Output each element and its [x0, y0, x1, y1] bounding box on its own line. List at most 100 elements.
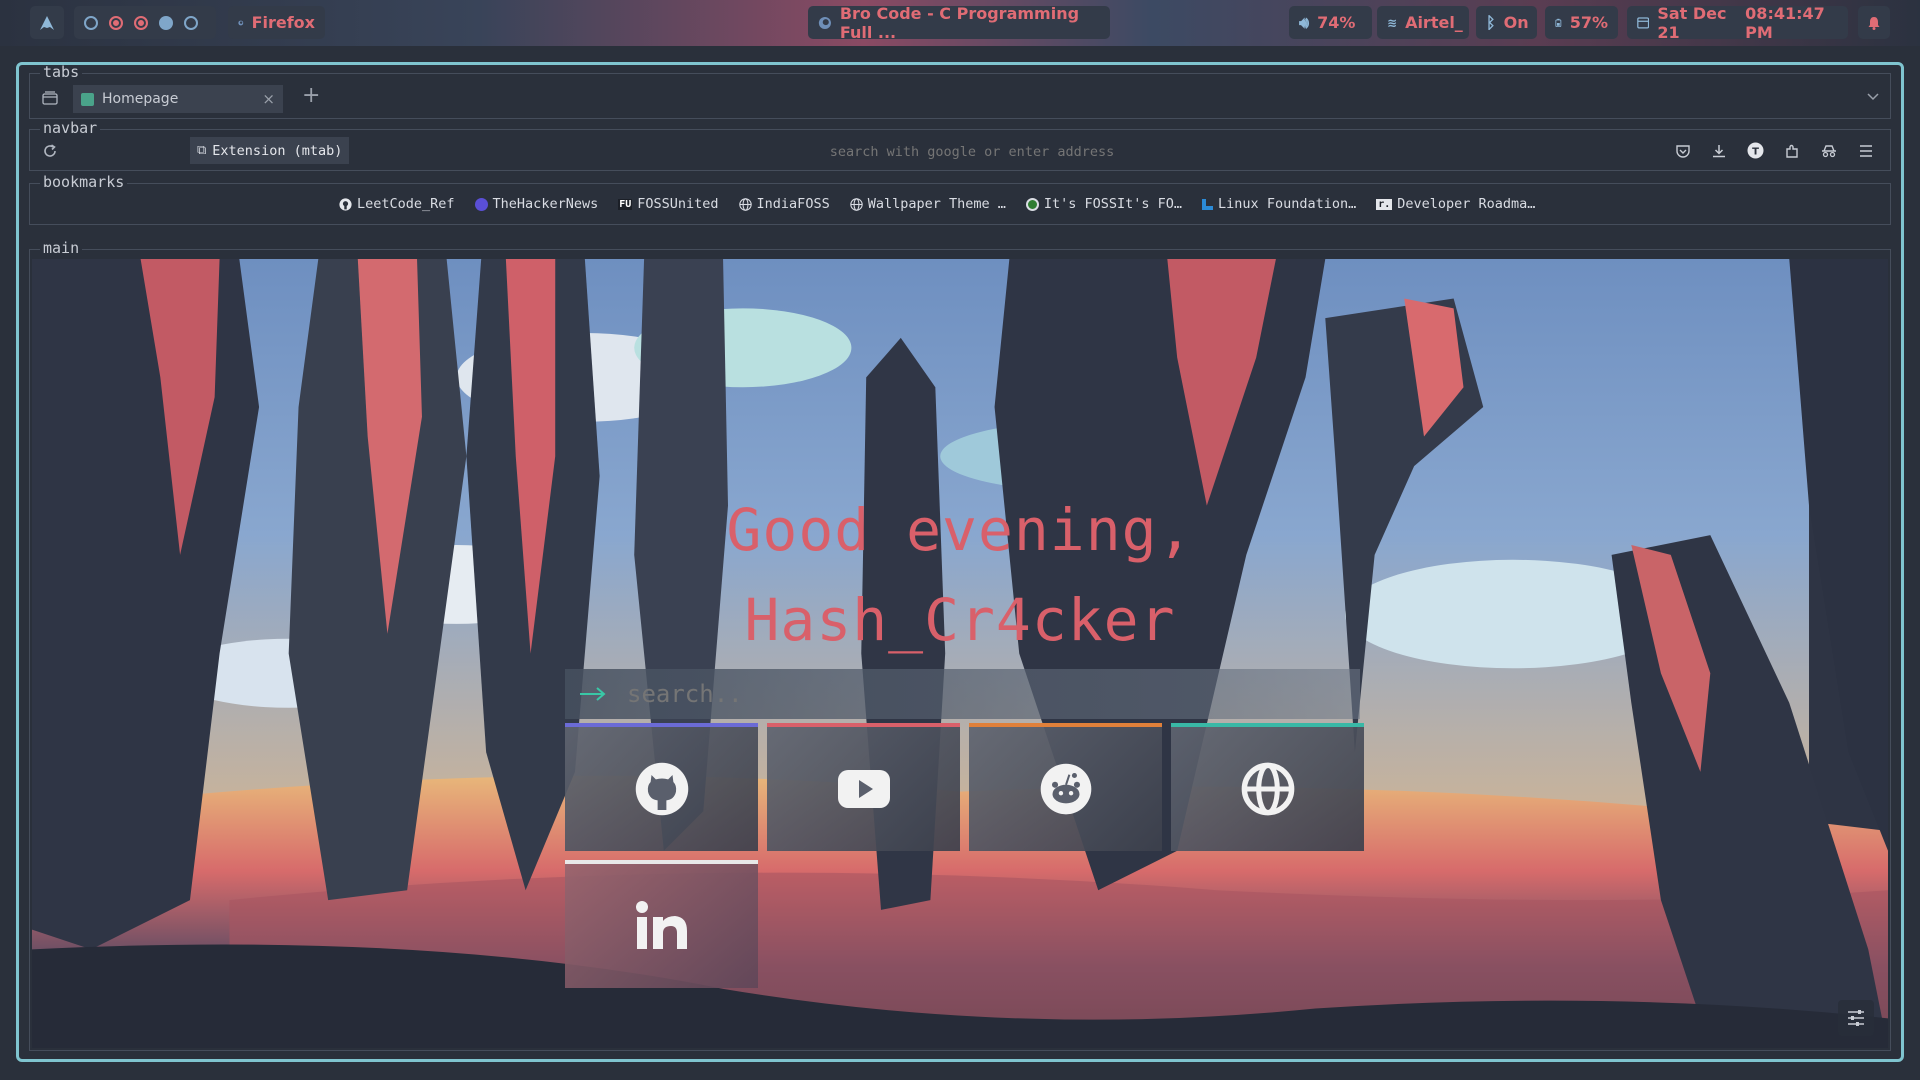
bookmark-thehackernews[interactable]: TheHackerNews [474, 196, 599, 212]
chevron-down-icon[interactable] [1866, 92, 1880, 102]
bookmark-label: Developer Roadma… [1397, 196, 1536, 212]
window-title: Bro Code - C Programming Full ... [839, 3, 1080, 42]
bookmark-developer-roadmap[interactable]: r. Developer Roadma… [1376, 196, 1535, 212]
search-input[interactable] [625, 679, 1360, 709]
address-bar[interactable] [590, 139, 1354, 165]
bookmark-fossunited[interactable]: FU FOSSUnited [618, 196, 719, 212]
firefox-icon [238, 20, 244, 25]
linkedin-icon [635, 901, 687, 949]
linux-foundation-icon [1202, 198, 1214, 210]
bookmark-indiafoss[interactable]: IndiaFOSS [738, 196, 830, 212]
bluetooth-icon: ᛒ [1486, 13, 1496, 32]
bookmark-label: Linux Foundation… [1218, 196, 1357, 212]
bluetooth-status: On [1503, 13, 1529, 32]
window-title-pill[interactable]: Bro Code - C Programming Full ... [808, 3, 1110, 42]
hamburger-menu-icon[interactable] [1858, 144, 1874, 158]
main-section-label: main [40, 239, 83, 257]
battery-icon [1555, 18, 1562, 27]
bell-icon [1868, 16, 1880, 30]
tabs-section-label: tabs [40, 65, 83, 81]
github-icon [339, 197, 352, 211]
bookmark-label: FOSSUnited [637, 196, 719, 212]
close-tab-icon[interactable]: × [262, 90, 275, 108]
navbar-toolbar: T [1675, 142, 1874, 159]
greeting-username: Hash_Cr4cker [744, 586, 1176, 654]
globe-icon [738, 197, 752, 211]
system-top-bar: Firefox Bro Code - C Programming Full ..… [0, 0, 1920, 46]
puzzle-icon: ⧉ [197, 143, 207, 158]
youtube-icon [837, 770, 890, 808]
launcher-button[interactable] [30, 6, 64, 39]
search-box[interactable] [565, 669, 1360, 719]
extensions-icon[interactable] [1784, 143, 1800, 159]
main-section: main Good evening, Hash_Cr4cker search.. [29, 239, 1891, 1051]
clock-pill[interactable]: Sat Dec 21 08:41:47 PM [1627, 3, 1848, 42]
tabs-section: tabs Homepage × + [29, 65, 1891, 119]
bookmark-label: TheHackerNews [492, 196, 599, 212]
extension-badge[interactable]: ⧉ Extension (mtab) [190, 137, 350, 164]
bookmark-leetcode-ref[interactable]: LeetCode_Ref [339, 196, 455, 212]
itsfoss-icon [1025, 197, 1039, 211]
sliders-icon [1848, 1010, 1864, 1026]
time-label: 08:41:47 PM [1745, 3, 1825, 42]
active-app-pill[interactable]: Firefox [228, 6, 325, 39]
quicklink-youtube[interactable] [767, 723, 960, 851]
workspace-5-indicator[interactable] [184, 15, 198, 30]
new-tab-icon[interactable]: + [302, 83, 320, 108]
bookmark-label: It's FOSSIt's FO… [1043, 196, 1183, 212]
navbar-section: navbar ⧉ Extension (mtab) T [29, 119, 1891, 171]
tab-manager-icon[interactable] [42, 91, 58, 105]
tab-homepage[interactable]: Homepage × [73, 85, 283, 113]
quicklink-github[interactable] [565, 723, 758, 851]
homepage-favicon-icon [81, 92, 94, 106]
tab-label: Homepage [102, 91, 179, 107]
globe-icon [1241, 762, 1294, 816]
bookmark-label: Wallpaper Theme … [867, 196, 1006, 212]
bookmark-label: LeetCode_Ref [357, 196, 455, 212]
reload-icon[interactable] [42, 143, 58, 159]
bookmark-itsfoss[interactable]: It's FOSSIt's FO… [1025, 196, 1183, 212]
workspace-1-indicator[interactable] [84, 15, 98, 30]
volume-icon: 🔊︎ [1299, 12, 1310, 32]
pocket-icon[interactable] [1675, 143, 1691, 159]
firefox-icon [818, 16, 831, 29]
bookmarks-section: bookmarks LeetCode_Ref TheHackerNews FU … [29, 173, 1891, 225]
bookmarks-section-label: bookmarks [40, 173, 128, 191]
settings-button[interactable] [1838, 1000, 1874, 1036]
date-label: Sat Dec 21 [1657, 3, 1727, 42]
wifi-name: Airtel_ [1405, 13, 1463, 32]
greeting-line-1: Good evening, [726, 496, 1194, 564]
bookmarks-bar: LeetCode_Ref TheHackerNews FU FOSSUnited… [339, 196, 1535, 212]
volume-pill[interactable]: 🔊︎ 74% [1289, 6, 1372, 39]
bookmark-label: IndiaFOSS [756, 196, 830, 212]
translate-icon[interactable]: T [1747, 142, 1764, 159]
active-app-label: Firefox [251, 13, 315, 32]
volume-value: 74% [1317, 13, 1356, 32]
navbar-section-label: navbar [40, 119, 101, 137]
workspace-3-indicator[interactable] [134, 15, 148, 30]
arch-logo-icon [40, 15, 54, 30]
roadmap-icon: r. [1376, 198, 1393, 210]
battery-value: 57% [1569, 13, 1608, 32]
thn-icon [474, 197, 488, 211]
wifi-icon: ≋ [1387, 15, 1398, 30]
workspace-switcher [74, 6, 216, 39]
browser-window: tabs Homepage × + navbar ⧉ Extension (mt… [16, 62, 1904, 1062]
workspace-2-indicator[interactable] [109, 15, 123, 30]
fossunited-icon: FU [618, 198, 633, 210]
download-icon[interactable] [1711, 143, 1727, 159]
notifications-button[interactable] [1858, 6, 1890, 39]
bookmark-wallpaper-theme[interactable]: Wallpaper Theme … [849, 196, 1006, 212]
battery-pill[interactable]: 57% [1545, 6, 1618, 39]
quicklink-linkedin[interactable] [565, 860, 758, 988]
bookmark-linux-foundation[interactable]: Linux Foundation… [1202, 196, 1356, 212]
wifi-pill[interactable]: ≋ Airtel_ [1377, 6, 1469, 39]
incognito-icon[interactable] [1820, 143, 1838, 159]
workspace-4-indicator[interactable] [159, 15, 173, 30]
quicklink-website[interactable] [1171, 723, 1364, 851]
arrow-right-icon [580, 687, 606, 701]
greeting: Good evening, Hash_Cr4cker [30, 485, 1890, 665]
reddit-icon [1040, 763, 1091, 815]
bluetooth-pill[interactable]: ᛒ On [1476, 6, 1537, 39]
quicklink-reddit[interactable] [969, 723, 1162, 851]
